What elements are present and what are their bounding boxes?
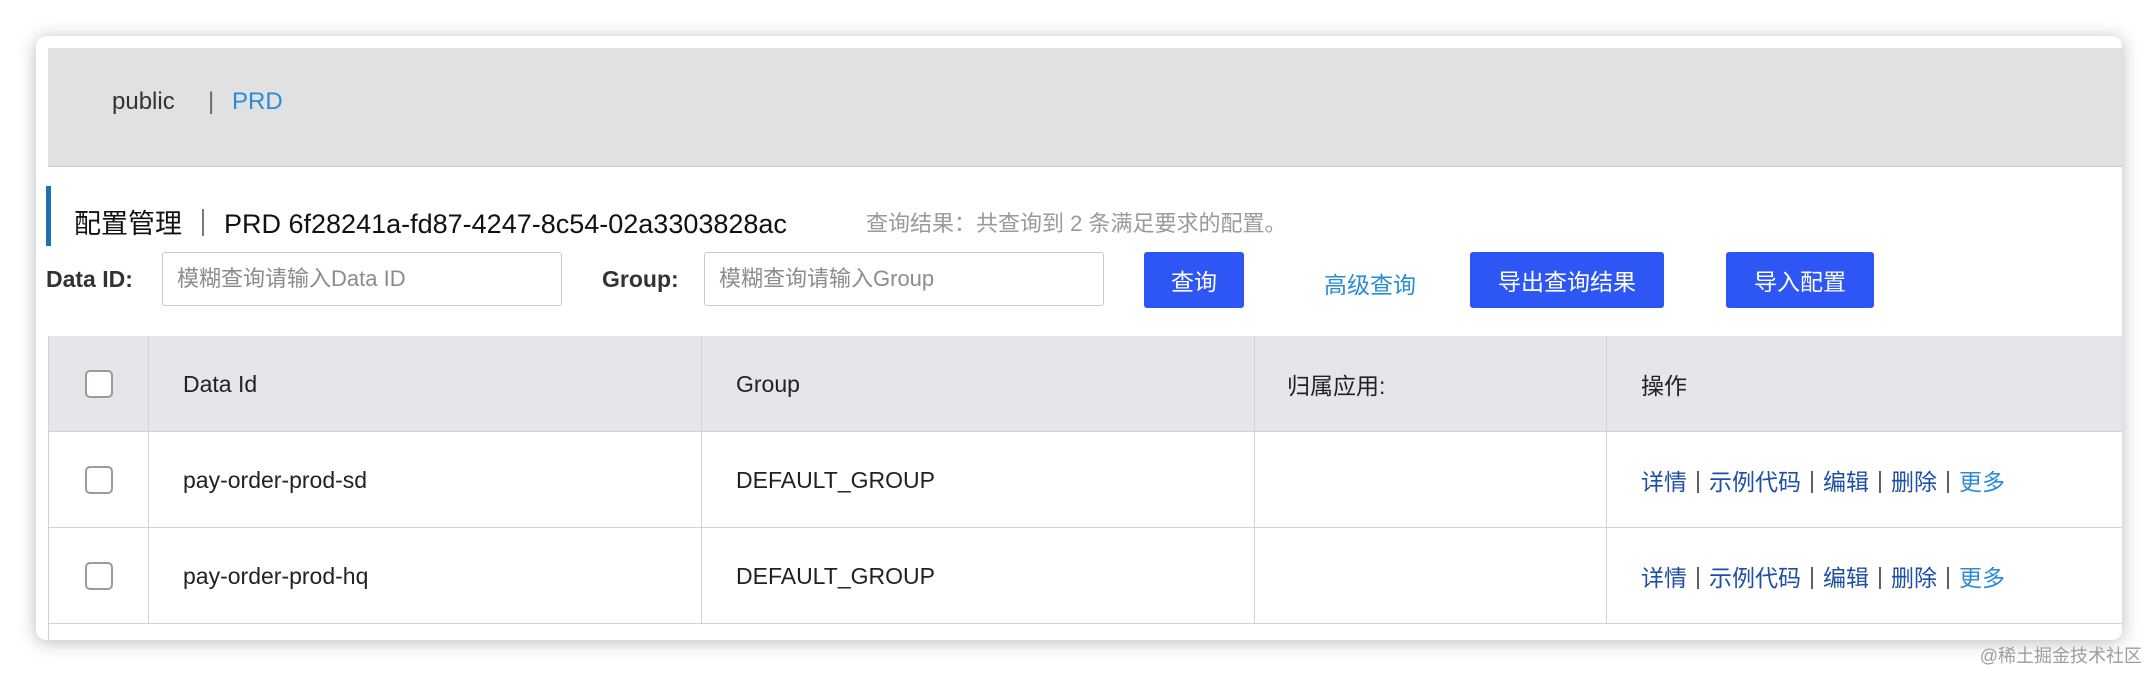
table-row: pay-order-prod-sd DEFAULT_GROUP 详情 | 示例代… [49,432,2122,528]
action-separator: | [1695,466,1701,493]
namespace-prd[interactable]: PRD [232,88,283,116]
group-cell: DEFAULT_GROUP [702,432,1255,528]
edit-link[interactable]: 编辑 [1823,559,1869,593]
config-table: Data Id Group 归属应用: 操作 pay-order-prod-sd… [48,336,2122,640]
namespace-bar: public | PRD [48,48,2122,167]
column-header-group: Group [702,336,1255,432]
sample-code-link[interactable]: 示例代码 [1709,559,1801,593]
column-header-app: 归属应用: [1255,336,1607,432]
edit-link[interactable]: 编辑 [1823,463,1869,497]
sample-code-link[interactable]: 示例代码 [1709,463,1801,497]
delete-link[interactable]: 删除 [1891,559,1937,593]
row-checkbox[interactable] [84,466,113,494]
data-id-cell: pay-order-prod-hq [149,528,702,624]
app-cell [1255,528,1607,624]
import-config-button[interactable]: 导入配置 [1726,252,1874,308]
table-row: pay-order-prod-hq DEFAULT_GROUP 详情 | 示例代… [49,528,2122,624]
delete-link[interactable]: 删除 [1891,463,1937,497]
action-separator: | [1808,466,1815,493]
query-result-text: 查询结果：共查询到 2 条满足要求的配置。 [866,211,1287,236]
group-label: Group: [602,266,679,292]
export-results-button[interactable]: 导出查询结果 [1470,252,1664,308]
detail-link[interactable]: 详情 [1641,463,1687,497]
column-header-actions: 操作 [1641,373,1687,399]
action-separator: | [1695,562,1701,589]
action-separator: | [1944,562,1951,589]
group-input[interactable] [704,252,1104,306]
data-id-input[interactable] [162,252,562,306]
watermark: @稀土掘金技术社区 [1979,646,2142,666]
action-separator: | [1944,466,1951,493]
namespace-public[interactable]: public [112,88,175,116]
page-title: 配置管理 ｜ PRD 6f28241a-fd87-4247-8c54-02a33… [74,209,787,239]
query-button[interactable]: 查询 [1144,252,1244,308]
title-accent-bar [46,186,51,246]
group-cell: DEFAULT_GROUP [702,528,1255,624]
more-link[interactable]: 更多 [1959,463,2005,497]
app-cell [1255,432,1607,528]
config-card: public | PRD 配置管理 ｜ PRD 6f28241a-fd87-42… [36,36,2122,640]
data-id-cell: pay-order-prod-sd [149,432,702,528]
row-checkbox[interactable] [84,562,113,590]
more-link[interactable]: 更多 [1959,559,2005,593]
data-id-label: Data ID: [46,266,133,292]
select-all-checkbox[interactable] [84,370,113,398]
table-header: Data Id Group 归属应用: 操作 [49,336,2122,432]
namespace-separator: | [208,88,215,115]
actions-cell: 详情 | 示例代码 | 编辑 | 删除 | 更多 [1607,432,2122,528]
action-separator: | [1808,562,1815,589]
page-title-row: 配置管理 ｜ PRD 6f28241a-fd87-4247-8c54-02a33… [46,186,2106,246]
advanced-query-link[interactable]: 高级查询 [1324,266,1416,300]
action-separator: | [1876,466,1883,493]
actions-cell: 详情 | 示例代码 | 编辑 | 删除 | 更多 [1607,528,2122,624]
detail-link[interactable]: 详情 [1641,559,1687,593]
action-separator: | [1876,562,1883,589]
column-header-data-id: Data Id [149,336,702,432]
